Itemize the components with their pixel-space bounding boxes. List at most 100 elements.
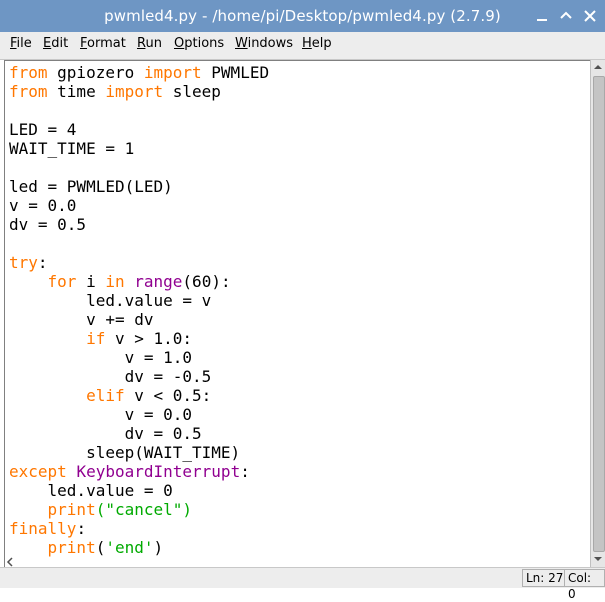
code-token-kw: except bbox=[9, 462, 67, 481]
menu-help-label: elp bbox=[311, 36, 332, 51]
menu-run-label: un bbox=[145, 36, 162, 51]
code-line: dv = 0.5 bbox=[9, 215, 269, 234]
code-line: v = 0.0 bbox=[9, 405, 269, 424]
window-title: pwmled4.py - /home/pi/Desktop/pwmled4.py… bbox=[104, 7, 501, 25]
code-line: from gpiozero import PWMLED bbox=[9, 63, 269, 82]
code-line: led.value = v bbox=[9, 291, 269, 310]
code-token-kw: print bbox=[47, 500, 96, 519]
menu-options-mnemonic: O bbox=[174, 36, 185, 51]
code-token-bi: KeyboardInterrupt bbox=[76, 462, 241, 481]
minimize-icon[interactable] bbox=[532, 6, 552, 26]
scroll-up-arrow-icon[interactable] bbox=[591, 60, 605, 74]
code-line: finally: bbox=[9, 519, 269, 538]
code-token: i bbox=[76, 272, 106, 291]
code-token: (60): bbox=[182, 272, 231, 291]
menu-options-label: ptions bbox=[184, 36, 225, 51]
menu-help-mnemonic: H bbox=[302, 36, 312, 51]
code-token: WAIT_TIME = 1 bbox=[9, 139, 135, 158]
code-token: sleep bbox=[163, 82, 221, 101]
menu-windows[interactable]: Windows bbox=[230, 32, 298, 59]
code-token-bi: range bbox=[134, 272, 183, 291]
code-token: gpiozero bbox=[47, 63, 144, 82]
code-line: print("cancel") bbox=[9, 500, 269, 519]
code-token-kw: from bbox=[9, 63, 48, 82]
code-token-kw: for bbox=[47, 272, 77, 291]
status-column: Col: 0 bbox=[564, 569, 605, 601]
code-line: v = 1.0 bbox=[9, 348, 269, 367]
code-token: : bbox=[240, 462, 250, 481]
menu-file-label: ile bbox=[16, 36, 32, 51]
code-editor[interactable]: from gpiozero import PWMLED from time imp… bbox=[4, 60, 591, 569]
code-token-kw: try bbox=[9, 253, 38, 272]
code-line: LED = 4 bbox=[9, 120, 269, 139]
code-token-kw: elif bbox=[86, 386, 125, 405]
code-line: dv = 0.5 bbox=[9, 424, 269, 443]
maximize-icon[interactable] bbox=[556, 6, 576, 26]
code-token: : bbox=[37, 253, 48, 272]
horizontal-scrollbar[interactable] bbox=[4, 551, 589, 567]
menu-format-mnemonic: F bbox=[80, 36, 88, 51]
menu-edit[interactable]: Edit bbox=[38, 32, 73, 59]
code-line: WAIT_TIME = 1 bbox=[9, 139, 269, 158]
menu-help[interactable]: Help bbox=[297, 32, 337, 59]
code-token-kw: from bbox=[9, 82, 48, 101]
code-line: if v > 1.0: bbox=[9, 329, 269, 348]
menu-format[interactable]: Format bbox=[75, 32, 131, 59]
menu-edit-label: dit bbox=[51, 36, 69, 51]
code-line: sleep(WAIT_TIME) bbox=[9, 443, 269, 462]
close-icon[interactable] bbox=[580, 6, 600, 26]
code-token: v > 1.0: bbox=[105, 329, 193, 348]
scroll-left-arrow-icon[interactable] bbox=[6, 553, 14, 567]
code-token: led = PWMLED(LED) bbox=[9, 177, 173, 196]
scrollbar-thumb[interactable] bbox=[593, 76, 605, 552]
code-token: v < 0.5: bbox=[124, 386, 212, 405]
menu-format-label: ormat bbox=[87, 36, 126, 51]
menu-options[interactable]: Options bbox=[169, 32, 229, 59]
code-token: led.value = 0 bbox=[9, 481, 173, 500]
code-token: sleep(WAIT_TIME) bbox=[9, 443, 241, 462]
code-line: try: bbox=[9, 253, 269, 272]
code-token-kw: in bbox=[105, 272, 125, 291]
code-line: elif v < 0.5: bbox=[9, 386, 269, 405]
menu-run[interactable]: Run bbox=[132, 32, 167, 59]
code-line: dv = -0.5 bbox=[9, 367, 269, 386]
code-line: v = 0.0 bbox=[9, 196, 269, 215]
code-token-kw: if bbox=[86, 329, 106, 348]
code-token: time bbox=[47, 82, 106, 101]
code-token: v += dv bbox=[9, 310, 154, 329]
code-line: led.value = 0 bbox=[9, 481, 269, 500]
code-token: dv = 0.5 bbox=[9, 215, 87, 234]
code-token: v = 0.0 bbox=[9, 196, 77, 215]
code-token-kw: import bbox=[105, 82, 164, 101]
code-token: PWMLED bbox=[201, 63, 270, 82]
code-text[interactable]: from gpiozero import PWMLED from time imp… bbox=[9, 63, 269, 557]
code-token: dv = -0.5 bbox=[9, 367, 212, 386]
menu-file[interactable]: File bbox=[5, 32, 37, 59]
code-token: : bbox=[76, 519, 87, 538]
status-line: Ln: 27 bbox=[522, 569, 568, 587]
scroll-down-arrow-icon[interactable] bbox=[591, 552, 605, 566]
vertical-scrollbar[interactable] bbox=[590, 60, 605, 567]
code-line: v += dv bbox=[9, 310, 269, 329]
code-token: v = 1.0 bbox=[9, 348, 193, 367]
menu-bar: File Edit Format Run Options Windows Hel… bbox=[0, 32, 605, 60]
code-line: except KeyboardInterrupt: bbox=[9, 462, 269, 481]
menu-windows-mnemonic: W bbox=[235, 36, 248, 51]
code-token-kw: import bbox=[143, 63, 202, 82]
code-line: from time import sleep bbox=[9, 82, 269, 101]
code-token-str: ("cancel") bbox=[95, 500, 193, 519]
status-bar: Ln: 27 Col: 0 bbox=[0, 567, 605, 601]
code-line: for i in range(60): bbox=[9, 272, 269, 291]
code-token: LED = 4 bbox=[9, 120, 77, 139]
title-bar[interactable]: pwmled4.py - /home/pi/Desktop/pwmled4.py… bbox=[0, 0, 605, 32]
code-token: v = 0.0 bbox=[9, 405, 193, 424]
